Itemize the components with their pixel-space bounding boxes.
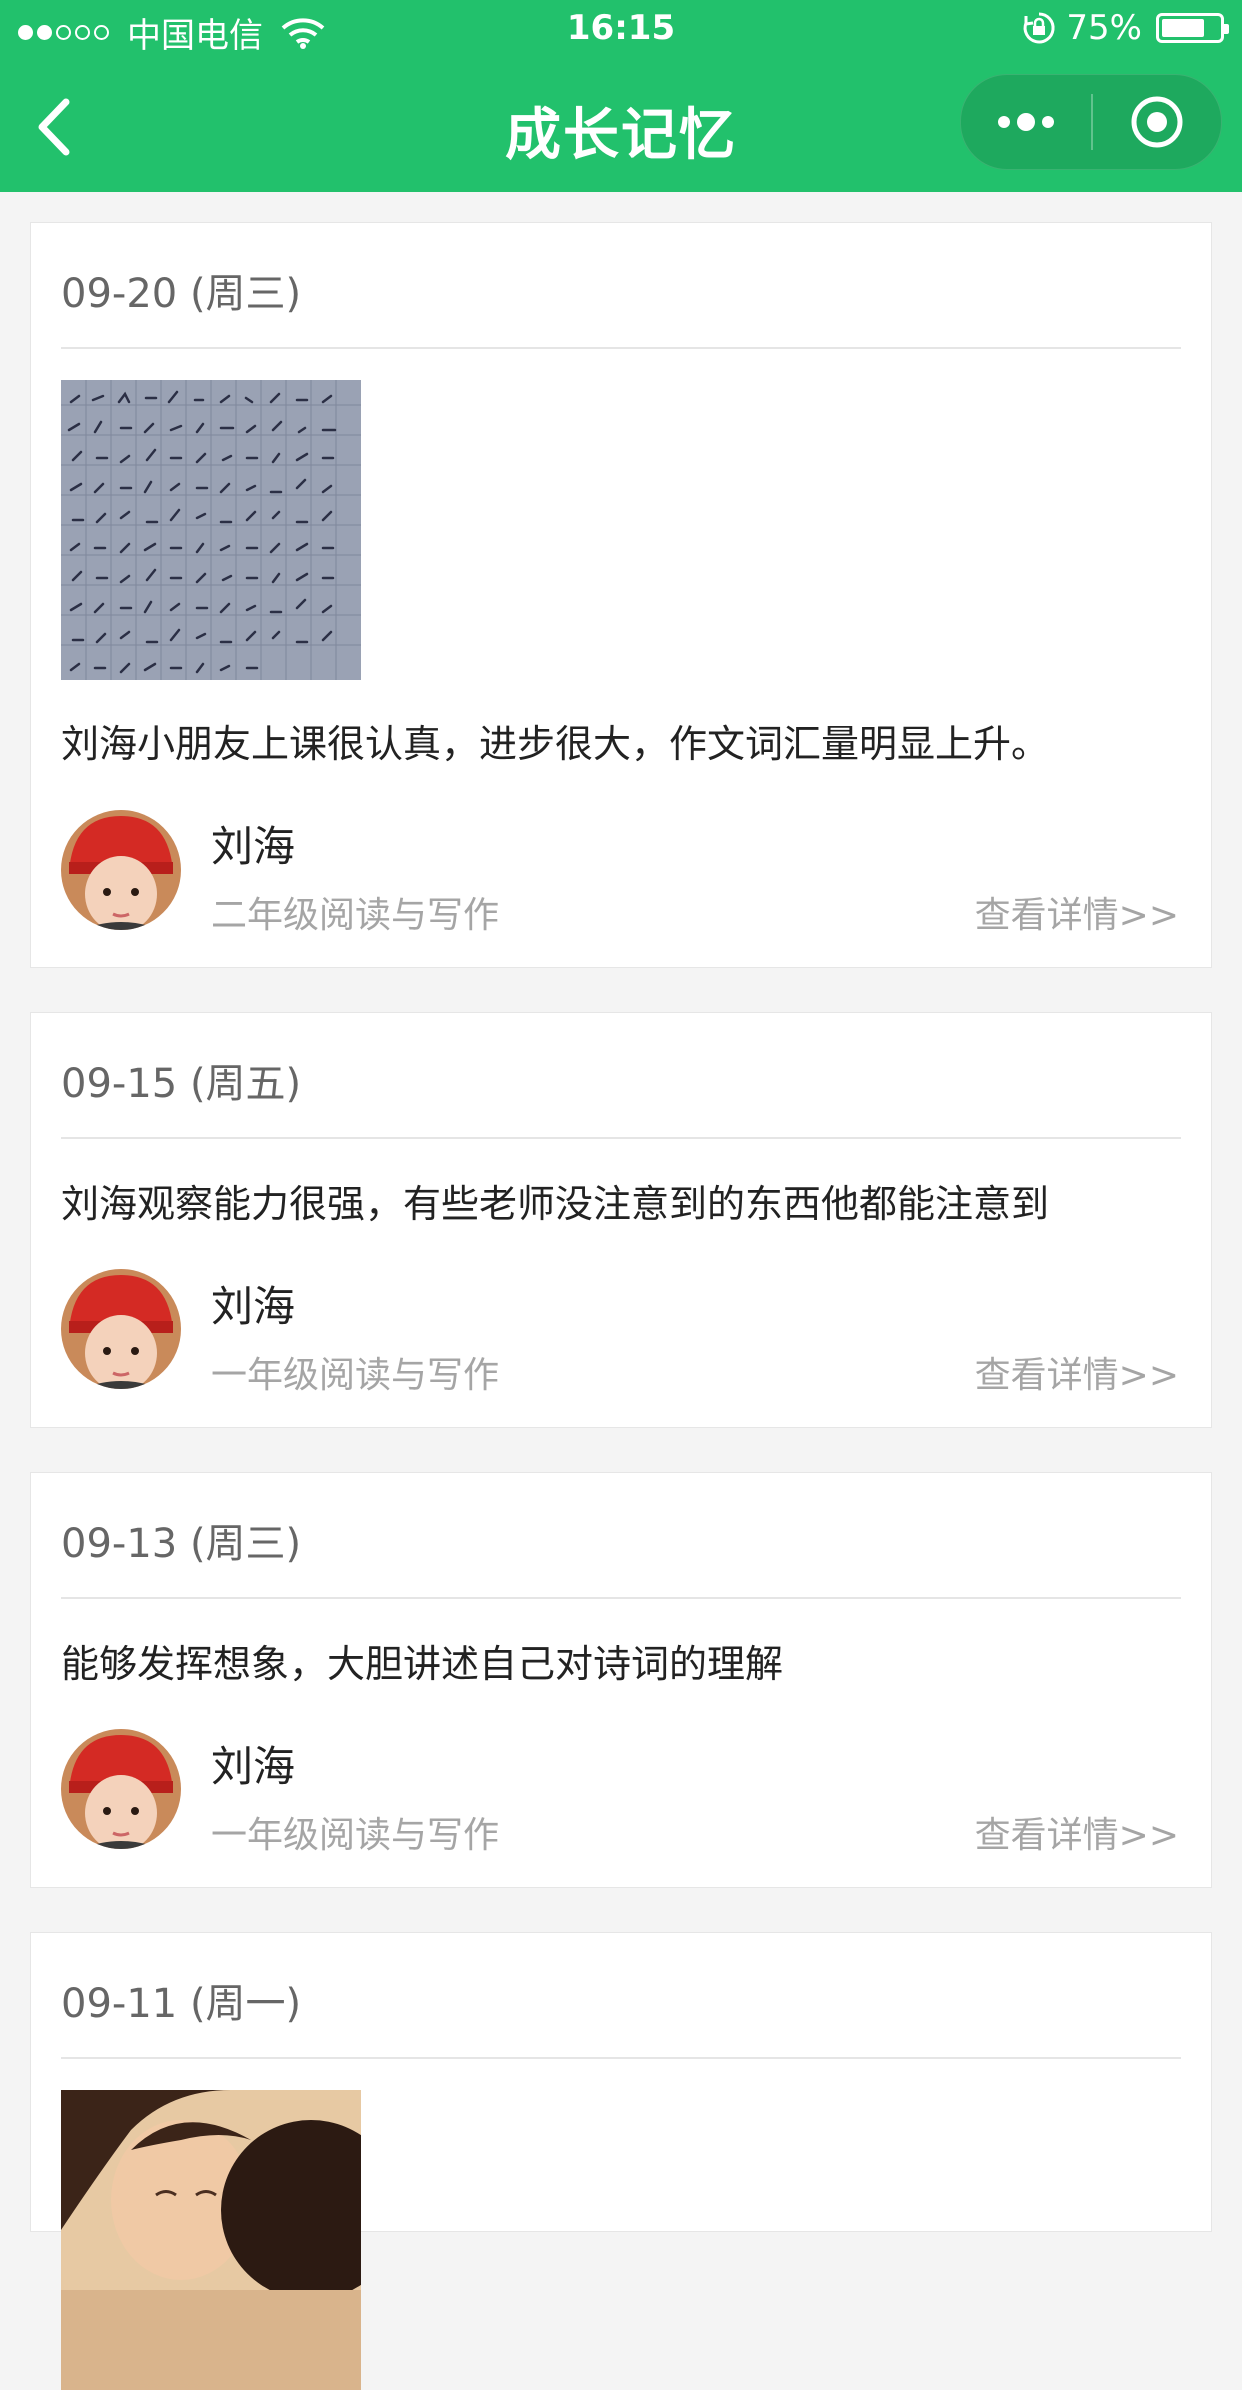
nav-bar: 成长记忆 [0, 62, 1242, 192]
status-bar: 中国电信 16:15 75% [0, 0, 1242, 62]
close-button[interactable] [1093, 75, 1221, 169]
card-date: 09-20 (周三) [61, 271, 302, 317]
card-divider [61, 347, 1181, 349]
student-avatar[interactable] [61, 1729, 181, 1849]
card-date: 09-15 (周五) [61, 1061, 302, 1107]
mini-program-capsule [960, 74, 1222, 170]
course-name: 二年级阅读与写作 [211, 895, 500, 936]
course-name: 一年级阅读与写作 [211, 1355, 500, 1396]
child-photo [61, 1729, 181, 1849]
student-name: 刘海 [211, 1742, 296, 1791]
homework-photo[interactable] [61, 380, 361, 680]
teacher-remark: 刘海小朋友上课很认真，进步很大，作文词汇量明显上升。 [61, 722, 1050, 766]
more-button[interactable] [961, 75, 1091, 169]
target-circle-icon [1131, 96, 1183, 148]
student-avatar[interactable] [61, 810, 181, 930]
child-photo [61, 1269, 181, 1389]
card-divider [61, 1137, 1181, 1139]
view-details-link[interactable]: 查看详情>> [975, 1806, 1179, 1858]
teacher-remark: 能够发挥想象，大胆讲述自己对诗词的理解 [61, 1642, 784, 1686]
memory-card[interactable]: 09-20 (周三) 刘海小朋友上课很认真，进步很大，作文词汇量明显上升。 刘海… [30, 222, 1212, 968]
student-name: 刘海 [211, 822, 296, 871]
memory-card[interactable]: 09-11 (周一) [30, 1932, 1212, 2390]
memory-card[interactable]: 09-13 (周三) 能够发挥想象，大胆讲述自己对诗词的理解 刘海 一年级阅读与… [30, 1472, 1212, 1888]
teacher-remark: 刘海观察能力很强，有些老师没注意到的东西他都能注意到 [61, 1182, 1050, 1226]
card-date: 09-11 (周一) [61, 1981, 302, 2027]
battery-icon [1156, 13, 1229, 43]
view-details-link[interactable]: 查看详情>> [975, 1346, 1179, 1398]
memory-card[interactable]: 09-15 (周五) 刘海观察能力很强，有些老师没注意到的东西他都能注意到 刘海… [30, 1012, 1212, 1428]
card-divider [61, 2057, 1181, 2059]
student-name: 刘海 [211, 1282, 296, 1331]
mother-child-photo[interactable] [61, 2090, 361, 2390]
battery-percent: 75% [1066, 8, 1142, 48]
student-avatar[interactable] [61, 1269, 181, 1389]
course-name: 一年级阅读与写作 [211, 1815, 500, 1856]
more-dots-icon [998, 113, 1054, 131]
rotation-lock-icon [1024, 12, 1055, 44]
child-photo [61, 810, 181, 930]
view-details-link[interactable]: 查看详情>> [975, 886, 1179, 938]
card-divider [61, 1597, 1181, 1599]
card-date: 09-13 (周三) [61, 1521, 302, 1567]
status-right: 75% [1022, 8, 1229, 48]
